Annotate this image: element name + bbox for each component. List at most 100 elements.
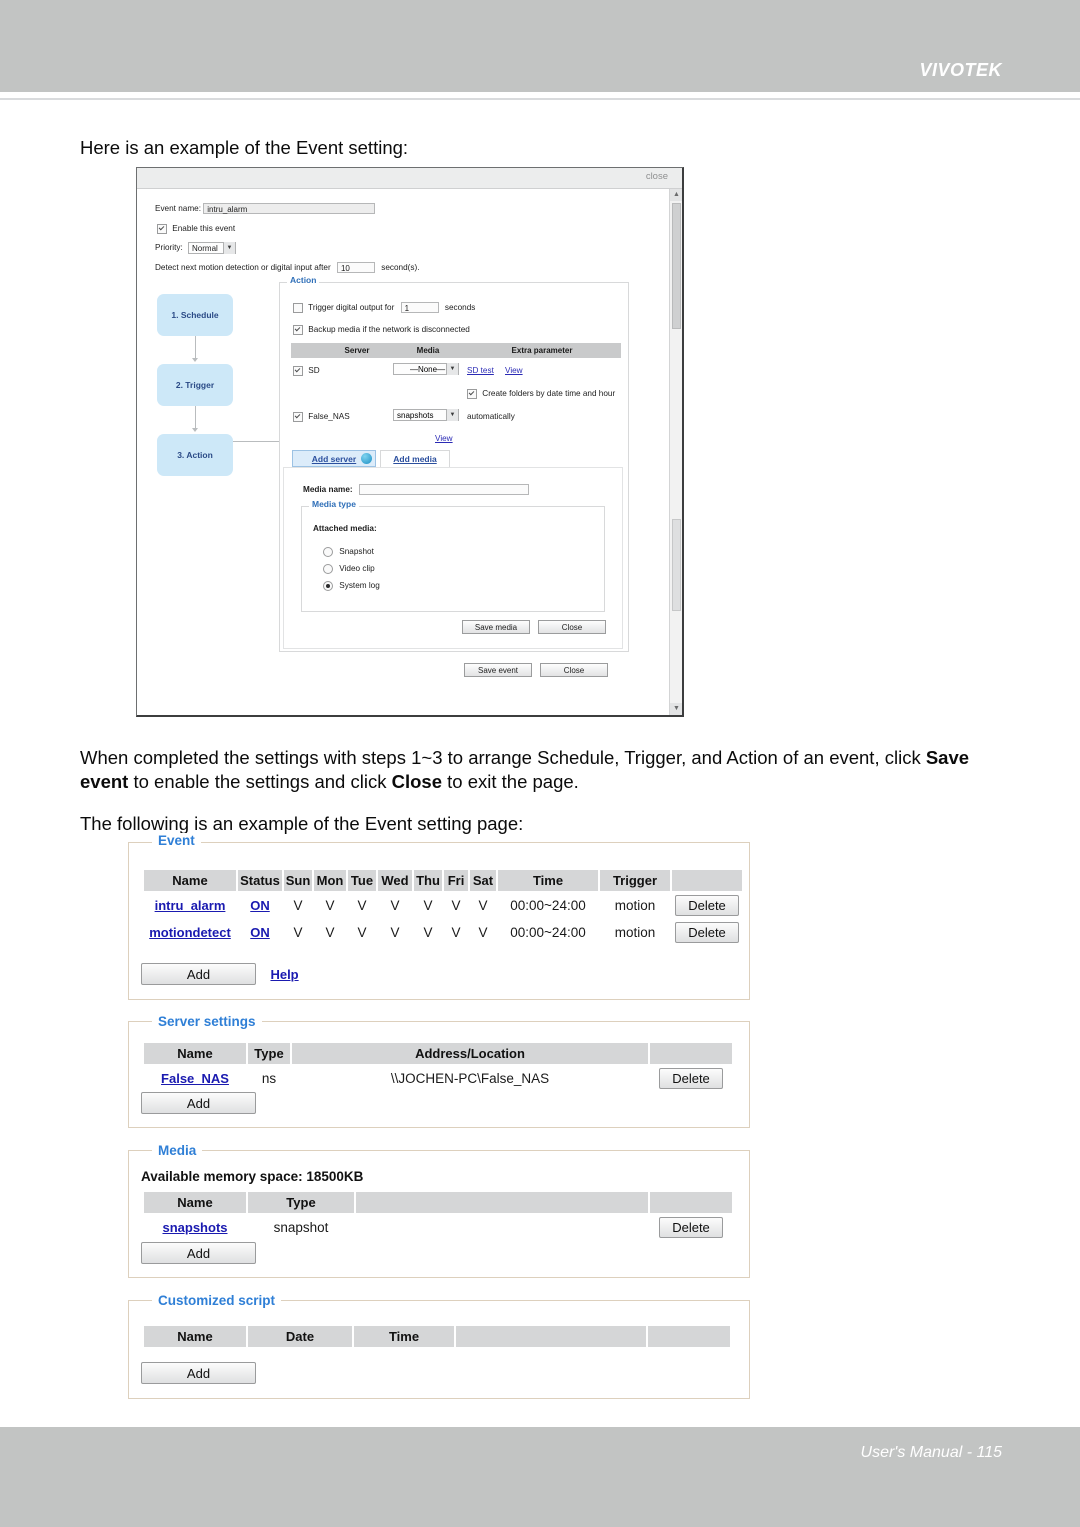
trigger-digital-output-seconds-input[interactable]: 1 [400, 302, 439, 314]
server-col-actions [650, 1043, 732, 1064]
detect-delay-input[interactable]: 10 [336, 262, 375, 274]
action-col-server: Server [344, 346, 370, 355]
scrollbar-thumb[interactable] [672, 203, 681, 329]
nas-enable-checkbox[interactable] [293, 411, 303, 422]
page-footer-band [0, 1427, 1080, 1527]
nas-view-link[interactable]: View [435, 433, 453, 444]
server-col-name: Name [144, 1043, 246, 1064]
video-clip-label: Video clip [339, 564, 375, 573]
server-delete-button[interactable]: Delete [659, 1068, 723, 1089]
dialog-close-link[interactable]: close [646, 171, 668, 182]
snapshot-radio[interactable] [323, 546, 333, 557]
event-day-sun: V [284, 920, 312, 945]
event-status-link[interactable]: ON [250, 898, 270, 913]
event-col-trigger: Trigger [600, 870, 670, 891]
script-table-header-row: Name Date Time [144, 1326, 730, 1347]
event-delete-button[interactable]: Delete [675, 895, 739, 916]
scrollbar-thumb-secondary[interactable] [672, 519, 681, 611]
backup-media-label: Backup media if the network is disconnec… [308, 325, 470, 334]
trigger-digital-output-row[interactable]: Trigger digital output for 1 seconds [293, 302, 476, 314]
close-event-button[interactable]: Close [540, 663, 608, 677]
event-day-wed: V [378, 893, 412, 918]
event-col-sat: Sat [470, 870, 496, 891]
event-day-fri: V [444, 920, 468, 945]
para2-part-e: to exit the page. [442, 771, 579, 792]
save-event-button[interactable]: Save event [464, 663, 532, 677]
scroll-down-arrow-icon[interactable]: ▼ [670, 703, 682, 715]
event-trigger: motion [600, 920, 670, 945]
tab-add-media[interactable]: Add media [380, 450, 450, 468]
media-name-link[interactable]: snapshots [162, 1220, 227, 1235]
event-col-status: Status [238, 870, 282, 891]
event-day-tue: V [348, 920, 376, 945]
media-option-snapshot[interactable]: Snapshot [323, 546, 374, 557]
event-add-button[interactable]: Add [141, 963, 256, 985]
media-add-button[interactable]: Add [141, 1242, 256, 1264]
event-col-mon: Mon [314, 870, 346, 891]
event-day-sun: V [284, 893, 312, 918]
sd-view-link[interactable]: View [505, 365, 523, 376]
event-help-link[interactable]: Help [270, 967, 298, 982]
event-day-thu: V [414, 893, 442, 918]
event-time: 00:00~24:00 [498, 920, 598, 945]
sd-media-select[interactable]: —None— ▼ [393, 363, 459, 375]
sd-enable-checkbox[interactable] [293, 365, 303, 376]
nas-media-select[interactable]: snapshots ▼ [393, 409, 459, 421]
event-table-header-row: Name Status Sun Mon Tue Wed Thu Fri Sat … [144, 870, 742, 891]
media-table-header-row: Name Type [144, 1192, 732, 1213]
media-name-input[interactable] [358, 484, 529, 496]
trigger-digital-output-label: Trigger digital output for [308, 303, 395, 312]
server-add-button[interactable]: Add [141, 1092, 256, 1114]
event-name-link[interactable]: intru_alarm [155, 898, 226, 913]
close-media-button[interactable]: Close [538, 620, 606, 634]
media-option-video-clip[interactable]: Video clip [323, 563, 375, 574]
event-name-row: Event name: intru_alarm [155, 203, 376, 215]
scroll-up-arrow-icon[interactable]: ▲ [670, 189, 682, 201]
nas-server-label: False_NAS [308, 412, 350, 421]
dialog-scrollbar[interactable]: ▲ ▼ [669, 189, 682, 715]
event-actions-row: Add Help [141, 963, 299, 985]
event-day-mon: V [314, 893, 346, 918]
server-name-link[interactable]: False_NAS [161, 1071, 229, 1086]
event-day-sat: V [470, 920, 496, 945]
event-name-input[interactable]: intru_alarm [203, 203, 376, 215]
enable-event-row[interactable]: Enable this event [157, 223, 235, 234]
nas-automatically-label: automatically [467, 412, 515, 421]
script-add-button[interactable]: Add [141, 1362, 256, 1384]
flow-step-schedule[interactable]: 1. Schedule [157, 294, 233, 336]
para2-part-a: When completed the settings with steps 1… [80, 747, 926, 768]
event-status-link[interactable]: ON [250, 925, 270, 940]
intro-paragraph: Here is an example of the Event setting: [80, 137, 409, 158]
create-folders-row[interactable]: Create folders by date time and hour [467, 388, 615, 399]
priority-select[interactable]: Normal ▼ [188, 242, 237, 254]
media-option-system-log[interactable]: System log [323, 580, 380, 591]
trigger-digital-output-unit: seconds [444, 303, 476, 312]
enable-event-checkbox[interactable] [157, 223, 167, 234]
event-delete-button[interactable]: Delete [675, 922, 739, 943]
backup-media-checkbox[interactable] [293, 324, 303, 335]
script-col-time: Time [354, 1326, 454, 1347]
flow-connector-1 [195, 336, 196, 360]
action-col-extra-parameter: Extra parameter [511, 346, 573, 355]
video-clip-radio[interactable] [323, 563, 333, 574]
flow-step-action[interactable]: 3. Action [157, 434, 233, 476]
create-folders-checkbox[interactable] [467, 388, 477, 399]
event-table: Name Status Sun Mon Tue Wed Thu Fri Sat … [142, 868, 744, 947]
sd-test-link[interactable]: SD test [467, 365, 494, 376]
event-col-sun: Sun [284, 870, 312, 891]
trigger-digital-output-checkbox[interactable] [293, 302, 303, 313]
media-delete-button[interactable]: Delete [659, 1217, 723, 1238]
server-settings-table: Name Type Address/Location False_NAS ns … [142, 1041, 734, 1093]
save-media-button[interactable]: Save media [462, 620, 530, 634]
system-log-radio[interactable] [323, 580, 333, 591]
script-col-name: Name [144, 1326, 246, 1347]
backup-media-row[interactable]: Backup media if the network is disconnec… [293, 324, 470, 335]
event-name-link[interactable]: motiondetect [149, 925, 231, 940]
priority-row: Priority: Normal ▼ [155, 242, 237, 254]
media-col-name: Name [144, 1192, 246, 1213]
header-divider [0, 98, 1080, 100]
event-setting-dialog-screenshot: close ▲ ▼ Event name: intru_alarm Enable… [136, 167, 684, 717]
following-example-paragraph: The following is an example of the Event… [80, 813, 524, 834]
flow-step-trigger[interactable]: 2. Trigger [157, 364, 233, 406]
script-col-actions [648, 1326, 730, 1347]
